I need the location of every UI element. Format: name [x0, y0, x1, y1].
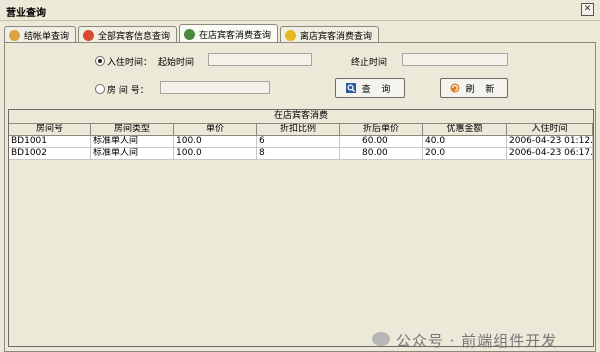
room-number-radio[interactable] — [95, 84, 105, 94]
cell-discount-amount: 40.0 — [423, 136, 507, 148]
tab-label: 全部宾客信息查询 — [98, 31, 171, 42]
query-button-label: 查 询 — [361, 84, 395, 95]
grid-header-row: 房间号 房间类型 单价 折扣比例 折后单价 优惠金额 入住时间 — [9, 124, 593, 136]
window-title: 营业查询 — [6, 8, 46, 19]
tab-checkout-query[interactable]: 结帐单查询 — [4, 26, 77, 43]
tab-strip: 结帐单查询 全部宾客信息查询 在店宾客消费查询 离店宾客消费查询 — [4, 24, 381, 43]
receipt-icon — [9, 29, 20, 41]
refresh-button-label: 刷 新 — [465, 84, 499, 95]
checkin-time-radio[interactable] — [95, 56, 105, 66]
window-titlebar: 营业查询 ✕ — [0, 0, 600, 21]
column-header-discount-rate[interactable]: 折扣比例 — [257, 124, 340, 136]
column-header-discounted-price[interactable]: 折后单价 — [340, 124, 423, 136]
tab-label: 在店宾客消费查询 — [199, 30, 272, 41]
refresh-icon — [450, 83, 460, 93]
room-number-label: 房 间 号： — [107, 86, 149, 96]
column-header-room-type[interactable]: 房间类型 — [91, 124, 174, 136]
cell-room-no: BD1001 — [9, 136, 91, 148]
cell-unit-price: 100.0 — [174, 148, 257, 160]
end-time-label: 终止时间 — [351, 58, 388, 68]
column-header-unit-price[interactable]: 单价 — [174, 124, 257, 136]
cell-discount-rate: 8 — [257, 148, 340, 160]
start-time-input[interactable] — [208, 53, 312, 66]
consumption-grid: 在店宾客消费 房间号 房间类型 单价 折扣比例 折后单价 优惠金额 入住时间 B… — [8, 109, 594, 347]
cell-room-type: 标准单人间 — [91, 148, 174, 160]
tab-in-house-consumption[interactable]: 在店宾客消费查询 — [179, 24, 279, 43]
cell-discount-amount: 20.0 — [423, 148, 507, 160]
column-header-discount-amount[interactable]: 优惠金额 — [423, 124, 507, 136]
checkin-time-label: 入住时间： — [107, 58, 153, 68]
magnifier-icon — [345, 83, 356, 93]
query-button[interactable]: 查 询 — [335, 78, 405, 98]
cell-discounted-price: 80.00 — [340, 148, 423, 160]
cell-room-type: 标准单人间 — [91, 136, 174, 148]
column-header-checkin-time[interactable]: 入住时间 — [507, 124, 593, 136]
star-icon — [285, 29, 297, 41]
cell-checkin-time: 2006-04-23 01:12... — [507, 136, 593, 148]
cell-discounted-price: 60.00 — [340, 136, 423, 148]
grid-title: 在店宾客消费 — [9, 110, 593, 124]
start-time-label: 起始时间 — [158, 58, 195, 68]
cell-discount-rate: 6 — [257, 136, 340, 148]
wechat-icon — [372, 332, 390, 346]
cell-unit-price: 100.0 — [174, 136, 257, 148]
table-row[interactable]: BD1002 标准单人间 100.0 8 80.00 20.0 2006-04-… — [9, 148, 593, 160]
guest-icon — [83, 29, 95, 41]
search-person-icon — [184, 28, 196, 40]
cell-checkin-time: 2006-04-23 06:17... — [507, 148, 593, 160]
refresh-button[interactable]: 刷 新 — [440, 78, 508, 98]
table-row[interactable]: BD1001 标准单人间 100.0 6 60.00 40.0 2006-04-… — [9, 136, 593, 148]
close-button[interactable]: ✕ — [581, 3, 594, 16]
column-header-room-no[interactable]: 房间号 — [9, 124, 91, 136]
tab-departed-consumption[interactable]: 离店宾客消费查询 — [280, 26, 380, 43]
tab-label: 离店宾客消费查询 — [300, 31, 373, 42]
end-time-input[interactable] — [402, 53, 508, 66]
watermark-text: 公众号 · 前端组件开发 — [396, 332, 558, 350]
tab-all-guests-query[interactable]: 全部宾客信息查询 — [78, 26, 178, 43]
tab-label: 结帐单查询 — [24, 31, 70, 42]
grid-body: BD1001 标准单人间 100.0 6 60.00 40.0 2006-04-… — [9, 136, 593, 160]
room-number-input[interactable] — [160, 81, 270, 94]
cell-room-no: BD1002 — [9, 148, 91, 160]
tab-panel: 入住时间： 起始时间 终止时间 房 间 号： 查 询 刷 新 在店宾客消费 房间… — [4, 42, 596, 352]
